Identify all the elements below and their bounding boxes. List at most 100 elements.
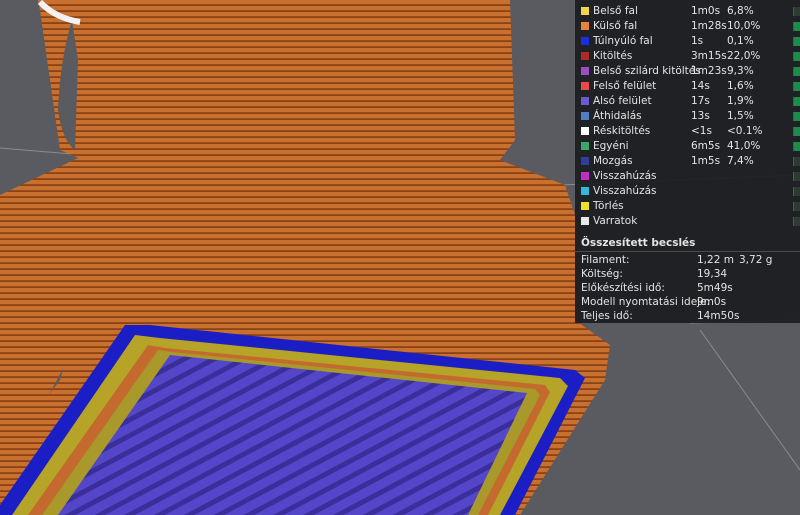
legend-label: Belső szilárd kitöltés (593, 65, 701, 77)
visibility-checkbox[interactable] (793, 22, 800, 31)
legend-time: 1m0s (691, 5, 721, 17)
legend-row[interactable]: Mozgás 1m5s 7,4% (575, 154, 800, 169)
visibility-checkbox[interactable] (793, 7, 800, 16)
summary-value: 14m50s (697, 310, 740, 322)
legend-row[interactable]: Varratok (575, 214, 800, 229)
legend-label: Réskitöltés (593, 125, 651, 137)
legend-percent: 0,1% (727, 35, 754, 47)
legend-swatch (581, 82, 589, 90)
summary-label: Teljes idő: (581, 310, 633, 322)
legend-swatch (581, 7, 589, 15)
legend-row[interactable]: Áthidalás 13s 1,5% (575, 109, 800, 124)
summary-value: 5m49s (697, 282, 733, 294)
legend-time: 13s (691, 110, 710, 122)
visibility-checkbox[interactable] (793, 67, 800, 76)
visibility-checkbox[interactable] (793, 172, 800, 181)
legend-row[interactable]: Visszahúzás (575, 184, 800, 199)
legend-time: 17s (691, 95, 710, 107)
legend-label: Mozgás (593, 155, 633, 167)
legend-percent: 10,0% (727, 20, 761, 32)
visibility-checkbox[interactable] (793, 142, 800, 151)
visibility-checkbox[interactable] (793, 187, 800, 196)
legend-row[interactable]: Egyéni 6m5s 41,0% (575, 139, 800, 154)
legend-row[interactable]: Visszahúzás (575, 169, 800, 184)
summary-row: Teljes idő: 14m50s (575, 309, 800, 323)
legend-percent: 41,0% (727, 140, 761, 152)
visibility-checkbox[interactable] (793, 52, 800, 61)
legend-percent: 1,6% (727, 80, 754, 92)
summary-row: Előkészítési idő: 5m49s (575, 281, 800, 295)
visibility-checkbox[interactable] (793, 157, 800, 166)
legend-label: Visszahúzás (593, 185, 657, 197)
legend-swatch (581, 37, 589, 45)
legend-percent: 1,9% (727, 95, 754, 107)
legend-row[interactable]: Kitöltés 3m15s 22,0% (575, 49, 800, 64)
legend-percent: 9,3% (727, 65, 754, 77)
legend-label: Áthidalás (593, 110, 642, 122)
legend-label: Túlnyúló fal (593, 35, 653, 47)
visibility-checkbox[interactable] (793, 217, 800, 226)
legend-swatch (581, 172, 589, 180)
visibility-checkbox[interactable] (793, 37, 800, 46)
legend-label: Egyéni (593, 140, 629, 152)
summary-label: Modell nyomtatási ideje: (581, 296, 711, 308)
summary-row: Modell nyomtatási ideje: 9m0s (575, 295, 800, 309)
legend-panel: Belső fal 1m0s 6,8% Külső fal 1m28s 10,0% Túln… (575, 0, 800, 323)
model-upper-tower (38, 0, 515, 165)
legend-time: 3m15s (691, 50, 727, 62)
legend-swatch (581, 217, 589, 225)
legend-time: <1s (691, 125, 712, 137)
visibility-checkbox[interactable] (793, 97, 800, 106)
visibility-checkbox[interactable] (793, 127, 800, 136)
summary-value: 1,22 m (697, 254, 734, 266)
legend-time: 1s (691, 35, 704, 47)
legend-row[interactable]: Belső fal 1m0s 6,8% (575, 4, 800, 19)
legend-percent: 22,0% (727, 50, 761, 62)
legend-percent: <0.1% (727, 125, 763, 137)
legend-row[interactable]: Törlés (575, 199, 800, 214)
legend-label: Kitöltés (593, 50, 633, 62)
legend-row[interactable]: Réskitöltés <1s <0.1% (575, 124, 800, 139)
summary-label: Filament: (581, 254, 630, 266)
summary-row: Filament: 1,22 m 3,72 g (575, 253, 800, 267)
summary-value-secondary: 3,72 g (739, 254, 773, 266)
legend-row[interactable]: Alsó felület 17s 1,9% (575, 94, 800, 109)
summary-label: Előkészítési idő: (581, 282, 665, 294)
legend-row[interactable]: Belső szilárd kitöltés 1m23s 9,3% (575, 64, 800, 79)
legend-swatch (581, 202, 589, 210)
legend-label: Külső fal (593, 20, 638, 32)
legend-label: Belső fal (593, 5, 638, 17)
legend-percent: 6,8% (727, 5, 754, 17)
visibility-checkbox[interactable] (793, 112, 800, 121)
summary-label: Költség: (581, 268, 623, 280)
legend-time: 1m23s (691, 65, 727, 77)
legend-swatch (581, 142, 589, 150)
legend-row[interactable]: Felső felület 14s 1,6% (575, 79, 800, 94)
legend-row[interactable]: Túlnyúló fal 1s 0,1% (575, 34, 800, 49)
legend-time: 1m5s (691, 155, 721, 167)
legend-swatch (581, 112, 589, 120)
visibility-checkbox[interactable] (793, 82, 800, 91)
legend-label: Felső felület (593, 80, 657, 92)
legend-time: 1m28s (691, 20, 727, 32)
legend-swatch (581, 52, 589, 60)
summary-value: 19,34 (697, 268, 728, 280)
legend-time: 6m5s (691, 140, 721, 152)
legend-label: Visszahúzás (593, 170, 657, 182)
legend-swatch (581, 22, 589, 30)
summary-divider (575, 251, 800, 252)
summary-row: Költség: 19,34 (575, 267, 800, 281)
legend-label: Varratok (593, 215, 638, 227)
summary-value: 9m0s (697, 296, 727, 308)
legend-swatch (581, 97, 589, 105)
legend-label: Törlés (593, 200, 624, 212)
legend-swatch (581, 67, 589, 75)
legend-percent: 7,4% (727, 155, 754, 167)
legend-swatch (581, 127, 589, 135)
summary-title: Összesített becslés (581, 237, 696, 249)
legend-row[interactable]: Külső fal 1m28s 10,0% (575, 19, 800, 34)
legend-time: 14s (691, 80, 710, 92)
visibility-checkbox[interactable] (793, 202, 800, 211)
legend-percent: 1,5% (727, 110, 754, 122)
legend-swatch (581, 157, 589, 165)
